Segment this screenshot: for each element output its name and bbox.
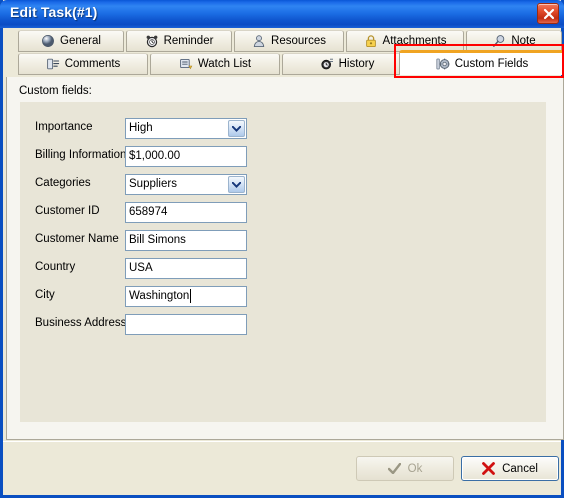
field-value: Suppliers <box>129 178 177 190</box>
desktop-strip <box>0 498 564 503</box>
tab-label: Reminder <box>163 35 214 47</box>
field-value: Bill Simons <box>129 234 186 246</box>
input-customer-name[interactable]: Bill Simons <box>125 230 247 251</box>
padlock-icon <box>365 35 376 48</box>
field-row: Categories Suppliers <box>20 174 546 196</box>
person-icon <box>253 35 265 48</box>
field-value: Washington <box>129 290 190 302</box>
window-title: Edit Task(#1) <box>10 4 98 20</box>
input-city[interactable]: Washington <box>125 286 247 307</box>
tab-history[interactable]: History <box>282 53 412 75</box>
input-country[interactable]: USA <box>125 258 247 279</box>
custom-fields-page: Custom fields: Importance High Billing Inf… <box>6 77 564 440</box>
field-row: Customer ID 658974 <box>20 202 546 224</box>
padlock-icon <box>364 34 378 48</box>
history-clock-icon <box>321 58 333 70</box>
tab-custom-fields[interactable]: Custom Fields <box>399 50 564 75</box>
alarm-clock-icon <box>146 35 157 48</box>
red-x-icon <box>482 462 495 475</box>
field-value: High <box>129 122 153 134</box>
tab-comments[interactable]: Comments <box>18 53 148 75</box>
tab-label: Watch List <box>197 58 252 70</box>
tab-attachments[interactable]: Attachments <box>346 30 464 52</box>
cancel-button-label: Cancel <box>502 462 538 475</box>
sphere-icon <box>42 35 54 47</box>
field-row: Importance High <box>20 118 546 140</box>
custom-fields-panel: Importance High Billing Information $1,000.… <box>20 102 546 422</box>
pushpin-icon <box>493 35 505 47</box>
chevron-down-icon[interactable] <box>228 176 245 193</box>
gear-icon <box>436 57 450 71</box>
page-heading: Custom fields: <box>19 85 92 97</box>
tab-resources[interactable]: Resources <box>234 30 344 52</box>
tab-label: General <box>60 35 101 47</box>
tab-label: Note <box>511 35 536 47</box>
tab-note[interactable]: Note <box>466 30 562 52</box>
alarm-clock-icon <box>145 34 159 48</box>
cancel-button[interactable]: Cancel <box>461 456 559 481</box>
chevron-glyph <box>232 181 241 188</box>
tab-watch-list[interactable]: Watch List <box>150 53 280 75</box>
tab-label: Custom Fields <box>454 58 529 70</box>
field-label-city: City <box>35 289 55 301</box>
tab-row-1: General Reminder Resources Attachments Note <box>6 30 564 52</box>
tab-label: Comments <box>64 58 121 70</box>
comment-list-icon <box>46 58 59 70</box>
field-label-categories: Categories <box>35 177 91 189</box>
field-label-customer-id: Customer ID <box>35 205 100 217</box>
field-label-country: Country <box>35 261 76 273</box>
dropdown-categories[interactable]: Suppliers <box>125 174 247 195</box>
close-icon[interactable] <box>537 3 559 24</box>
comment-list-icon <box>46 57 60 71</box>
field-value: $1,000.00 <box>129 150 181 162</box>
chevron-down-icon[interactable] <box>228 120 245 137</box>
watch-list-icon <box>179 57 193 71</box>
watch-list-icon <box>180 58 193 70</box>
field-value: 658974 <box>129 206 168 218</box>
ok-button-label: Ok <box>407 462 423 475</box>
input-business-address[interactable] <box>125 314 247 335</box>
field-label-business-address: Business Address <box>35 317 127 329</box>
person-icon <box>252 34 266 48</box>
tab-reminder[interactable]: Reminder <box>126 30 232 52</box>
field-row: Customer Name Bill Simons <box>20 230 546 252</box>
text-caret <box>190 289 191 303</box>
field-label-customer-name: Customer Name <box>35 233 119 245</box>
history-clock-icon <box>320 57 334 71</box>
sphere-icon <box>41 34 55 48</box>
tab-label: Attachments <box>382 35 447 47</box>
input-billing-information[interactable]: $1,000.00 <box>125 146 247 167</box>
field-row: Billing Information $1,000.00 <box>20 146 546 168</box>
dialog-footer: Ok Cancel <box>3 441 561 495</box>
tab-label: History <box>338 58 375 70</box>
field-label-importance: Importance <box>35 121 93 133</box>
tab-strip: General Reminder Resources Attachments Note … <box>6 28 564 78</box>
pushpin-icon <box>492 34 506 48</box>
edit-task-dialog: Edit Task(#1) General Reminder Resources At… <box>0 0 564 498</box>
input-customer-id[interactable]: 658974 <box>125 202 247 223</box>
close-glyph <box>543 8 555 20</box>
dropdown-importance[interactable]: High <box>125 118 247 139</box>
field-row: Country USA <box>20 258 546 280</box>
gear-icon <box>436 58 450 70</box>
field-label-billing-information: Billing Information <box>35 149 127 161</box>
title-bar: Edit Task(#1) <box>0 0 564 28</box>
chevron-glyph <box>232 125 241 132</box>
tab-row-2: Comments Watch List History Custom Fields <box>6 50 564 75</box>
checkmark-icon <box>387 463 401 474</box>
field-row: Business Address <box>20 314 546 336</box>
tab-general[interactable]: General <box>18 30 124 52</box>
ok-button[interactable]: Ok <box>356 456 454 481</box>
tab-label: Resources <box>271 35 326 47</box>
field-value: USA <box>129 262 153 274</box>
field-row: City Washington <box>20 286 546 308</box>
